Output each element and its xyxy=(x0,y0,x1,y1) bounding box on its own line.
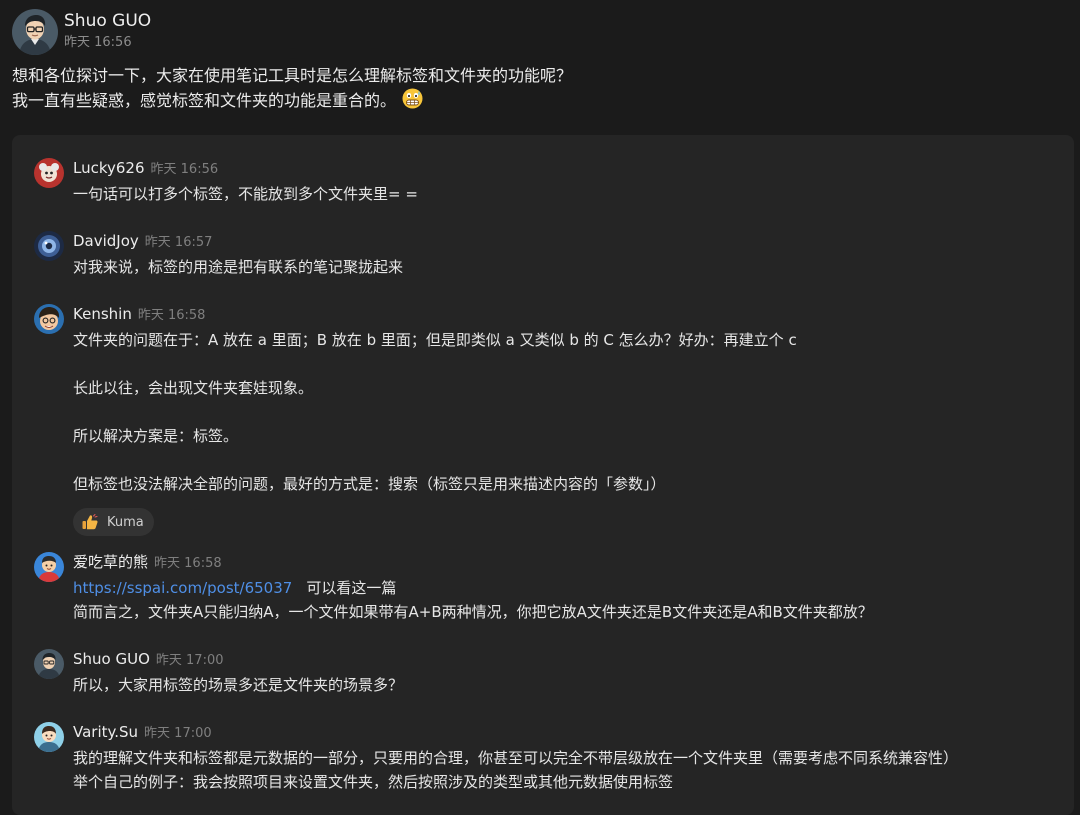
comment-paragraph: 简而言之，文件夹A只能归纳A，一个文件如果带有A+B两种情况，你把它放A文件夹还… xyxy=(73,603,873,621)
comment-item: Varity.Su 昨天 17:00 我的理解文件夹和标签都是元数据的一部分，只要… xyxy=(34,722,1064,800)
comment-paragraph: 所以解决方案是：标签。 xyxy=(73,427,239,445)
comment-timestamp: 昨天 16:56 xyxy=(150,162,219,177)
comment-text: 所以，大家用标签的场景多还是文件夹的场景多？ xyxy=(73,676,404,694)
grimacing-face-emoji-icon xyxy=(402,88,423,116)
avatar-cartoon-icon xyxy=(34,158,64,188)
comment-item: DavidJoy 昨天 16:57 对我来说，标签的用途是把有联系的笔记聚拢起来 xyxy=(34,231,1064,285)
comment-author-name[interactable]: Shuo GUO xyxy=(73,650,150,668)
comment-item: Shuo GUO 昨天 17:00 所以，大家用标签的场景多还是文件夹的场景多？ xyxy=(34,649,1064,703)
comment-text: https://sspai.com/post/65037 可以看这一篇 简而言之，… xyxy=(73,576,873,624)
comment-text: 文件夹的问题在于：A 放在 a 里面；B 放在 b 里面；但是即类似 a 又类似… xyxy=(73,328,797,496)
reply-thread: Lucky626 昨天 16:56 一句话可以打多个标签，不能放到多个文件夹里= … xyxy=(12,135,1074,815)
post-timestamp: 昨天 16:56 xyxy=(64,35,132,50)
comment-text: 一句话可以打多个标签，不能放到多个文件夹里= = xyxy=(73,185,418,203)
avatar-cartoon-icon xyxy=(34,722,64,752)
post-author-name[interactable]: Shuo GUO xyxy=(64,10,151,32)
comment-link-line: https://sspai.com/post/65037 可以看这一篇 xyxy=(73,576,873,600)
comment-timestamp: 昨天 16:58 xyxy=(137,308,206,323)
comment-text: 我的理解文件夹和标签都是元数据的一部分，只要用的合理，你甚至可以完全不带层级放在… xyxy=(73,746,958,794)
comment-timestamp: 昨天 16:57 xyxy=(144,235,213,250)
avatar[interactable] xyxy=(12,9,58,55)
post-text-line: 我一直有些疑惑，感觉标签和文件夹的功能是重合的。 xyxy=(12,88,572,116)
link-suffix-text: 可以看这一篇 xyxy=(306,579,397,597)
comment-author-name[interactable]: 爱吃草的熊 xyxy=(73,553,148,571)
avatar[interactable] xyxy=(34,304,64,334)
comment-author-name[interactable]: Varity.Su xyxy=(73,723,138,741)
avatar-abstract-icon xyxy=(34,231,64,261)
comment-item: 爱吃草的熊 昨天 16:58 https://sspai.com/post/650… xyxy=(34,552,1064,630)
comment-timestamp: 昨天 16:58 xyxy=(154,556,222,571)
comment-paragraph: 举个自己的例子：我会按照项目来设置文件夹，然后按照涉及的类型或其他元数据使用标签 xyxy=(73,773,674,791)
comment-paragraph: 我的理解文件夹和标签都是元数据的一部分，只要用的合理，你甚至可以完全不带层级放在… xyxy=(73,749,959,767)
avatar[interactable] xyxy=(34,158,64,188)
avatar[interactable] xyxy=(34,649,64,679)
avatar-cartoon-icon xyxy=(34,552,64,582)
thumbs-up-icon xyxy=(81,513,99,531)
comment-text: 对我来说，标签的用途是把有联系的笔记聚拢起来 xyxy=(73,258,404,276)
comment-paragraph: 长此以往，会出现文件夹套娃现象。 xyxy=(73,379,314,397)
post-header: Shuo GUO 昨天 16:56 xyxy=(12,9,151,57)
comment-timestamp: 昨天 17:00 xyxy=(144,726,212,741)
reaction-user-name: Kuma xyxy=(107,514,144,530)
comment-author-name[interactable]: Kenshin xyxy=(73,305,132,323)
comment-timestamp: 昨天 17:00 xyxy=(155,653,224,668)
comment-author-name[interactable]: DavidJoy xyxy=(73,232,139,250)
comment-item: Lucky626 昨天 16:56 一句话可以打多个标签，不能放到多个文件夹里= … xyxy=(34,158,1064,212)
avatar-illustration-icon xyxy=(12,9,58,55)
comment-item: Kenshin 昨天 16:58 文件夹的问题在于：A 放在 a 里面；B 放在 … xyxy=(34,304,1064,540)
post-body: 想和各位探讨一下，大家在使用笔记工具时是怎么理解标签和文件夹的功能呢？ 我一直有… xyxy=(12,64,572,116)
comment-paragraph: 但标签也没法解决全部的问题，最好的方式是：搜索（标签只是用来描述内容的「参数」） xyxy=(73,475,666,493)
comment-author-name[interactable]: Lucky626 xyxy=(73,159,145,177)
post-text-line: 想和各位探讨一下，大家在使用笔记工具时是怎么理解标签和文件夹的功能呢？ xyxy=(12,66,573,85)
avatar-cartoon-icon xyxy=(34,304,64,334)
reaction-chip[interactable]: Kuma xyxy=(73,508,154,536)
avatar-illustration-icon xyxy=(34,649,64,679)
avatar[interactable] xyxy=(34,231,64,261)
post-link[interactable]: https://sspai.com/post/65037 xyxy=(73,579,292,597)
avatar[interactable] xyxy=(34,552,64,582)
comment-paragraph: 文件夹的问题在于：A 放在 a 里面；B 放在 b 里面；但是即类似 a 又类似… xyxy=(73,331,797,349)
avatar[interactable] xyxy=(34,722,64,752)
